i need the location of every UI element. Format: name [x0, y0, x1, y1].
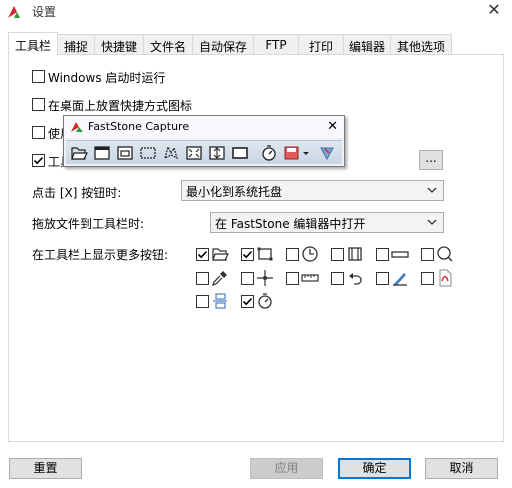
cancel-button[interactable]: 取消 — [425, 458, 498, 479]
extra-button-checkbox[interactable] — [241, 272, 254, 285]
extra-button-checkbox[interactable] — [286, 272, 299, 285]
freehand-capture-icon[interactable] — [162, 144, 180, 162]
extra-button-checkbox[interactable] — [196, 272, 209, 285]
tab-hotkeys[interactable]: 快捷键 — [94, 34, 144, 54]
window-capture-icon[interactable] — [93, 144, 111, 162]
close-action-select[interactable]: 最小化到系统托盘 — [181, 180, 444, 201]
tab-ftp[interactable]: FTP — [253, 34, 299, 54]
pdf-icon — [439, 269, 452, 287]
tab-other-options[interactable]: 其他选项 — [390, 34, 452, 54]
extra-button-checkbox[interactable] — [376, 272, 389, 285]
delay-timer-icon[interactable] — [260, 144, 278, 162]
faststone-toolbar-popup[interactable]: FastStone Capture ✕ — [63, 115, 345, 167]
drag-action-value: 在 FastStone 编辑器中打开 — [215, 217, 366, 231]
extra-button-checkbox[interactable] — [421, 248, 434, 261]
app-logo-icon — [6, 4, 22, 20]
extra-button-checkbox[interactable] — [331, 248, 344, 261]
scrolling-capture-icon[interactable] — [208, 144, 226, 162]
chevron-down-icon — [427, 187, 437, 193]
extra-button-checkbox[interactable] — [241, 295, 254, 308]
scrolling-bar-icon — [391, 251, 409, 258]
desktop-shortcut-checkbox[interactable] — [32, 98, 45, 111]
output-icon[interactable] — [283, 144, 311, 162]
title-bar: 设置 ✕ — [0, 0, 512, 24]
checkmark-icon — [242, 250, 253, 259]
tab-capture[interactable]: 捕捉 — [57, 34, 95, 54]
run-at-startup-label: Windows 启动时运行 — [48, 71, 166, 85]
reset-button[interactable]: 重置 — [9, 458, 82, 479]
fixed-region-icon[interactable] — [231, 144, 249, 162]
settings-icon[interactable] — [318, 144, 336, 162]
ok-button[interactable]: 确定 — [338, 458, 411, 479]
tab-filename[interactable]: 文件名 — [143, 34, 193, 54]
tab-toolbar[interactable]: 工具栏 — [8, 32, 58, 55]
extra-button-checkbox[interactable] — [196, 295, 209, 308]
rectangle-capture-icon[interactable] — [139, 144, 157, 162]
stopwatch-icon — [258, 293, 272, 309]
extra-button-checkbox[interactable] — [376, 248, 389, 261]
split-panels-icon — [213, 293, 227, 309]
tab-editor[interactable]: 编辑器 — [343, 34, 391, 54]
desktop-shortcut-label: 在桌面上放置快捷方式图标 — [48, 99, 193, 113]
tab-autosave[interactable]: 自动保存 — [192, 34, 254, 54]
delay-timer-icon — [302, 246, 318, 262]
checkmark-icon — [33, 156, 44, 165]
fullscreen-capture-icon[interactable] — [185, 144, 203, 162]
crosshair-icon — [257, 270, 273, 286]
close-action-value: 最小化到系统托盘 — [186, 185, 283, 199]
extra-button-checkbox[interactable] — [196, 248, 209, 261]
chevron-down-icon — [427, 219, 437, 225]
close-action-label: 点击 [X] 按钮时: — [32, 186, 122, 200]
browse-button[interactable]: ... — [419, 150, 443, 170]
extra-button-checkbox[interactable] — [421, 272, 434, 285]
magnifier-icon — [437, 246, 453, 262]
extra-button-checkbox[interactable] — [286, 248, 299, 261]
fixed-region-icon — [257, 247, 273, 261]
popup-title-bar[interactable]: FastStone Capture ✕ — [64, 116, 344, 138]
checkmark-icon — [197, 250, 208, 259]
extra-button-checkbox[interactable] — [241, 248, 254, 261]
open-folder-icon[interactable] — [70, 144, 88, 162]
run-at-startup-checkbox[interactable] — [32, 70, 45, 83]
apply-button[interactable]: 应用 — [250, 458, 323, 479]
object-capture-icon[interactable] — [116, 144, 134, 162]
use-option-checkbox[interactable] — [32, 126, 45, 139]
video-recorder-icon — [348, 247, 362, 261]
popup-title: FastStone Capture — [88, 120, 190, 133]
checkmark-icon — [242, 297, 253, 306]
ruler-icon — [301, 274, 319, 282]
tab-print[interactable]: 打印 — [298, 34, 344, 54]
popup-close-icon[interactable]: ✕ — [327, 119, 338, 134]
window-title: 设置 — [32, 5, 57, 19]
close-window-button[interactable]: ✕ — [486, 2, 502, 18]
drag-action-label: 拖放文件到工具栏时: — [32, 217, 145, 231]
toolbar-option-checkbox[interactable] — [32, 154, 45, 167]
extra-button-checkbox[interactable] — [331, 272, 344, 285]
popup-button-bar — [66, 140, 342, 164]
more-buttons-label: 在工具栏上显示更多按钮: — [32, 248, 169, 262]
color-picker-icon — [212, 271, 227, 286]
app-logo-icon — [71, 122, 83, 132]
undo-arrow-icon — [349, 273, 362, 285]
screen-pen-icon — [393, 273, 407, 286]
drag-action-select[interactable]: 在 FastStone 编辑器中打开 — [210, 212, 444, 233]
open-folder-icon — [212, 248, 229, 261]
